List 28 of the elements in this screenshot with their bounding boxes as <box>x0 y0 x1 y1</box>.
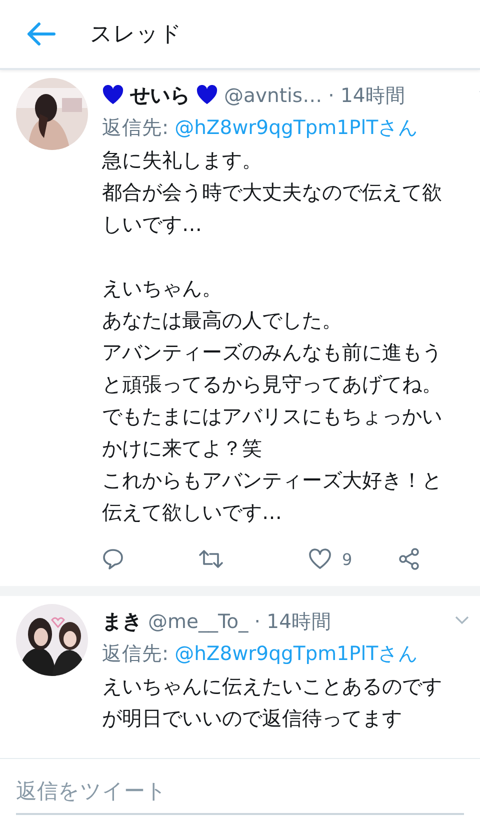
tweet-text: でもたまにはアバリスにもちょっかいかけに来てよ？笑 <box>102 403 443 462</box>
user-handle[interactable]: @avntis… <box>224 84 322 106</box>
reply-to-link[interactable]: @hZ8wr9qgTpm1PlTさん <box>174 112 418 144</box>
user-name[interactable]: まき <box>102 608 142 634</box>
tweet-text: えいちゃんに伝えたいことあるのですが明日でいいので返信待ってます <box>102 673 443 732</box>
tweet-text: これからもアバンティーズ大好き！と伝えて欲しいです… <box>102 467 443 526</box>
retweet-icon <box>198 548 224 570</box>
tweet-text: えいちゃん。 <box>102 275 223 302</box>
tweet-text: アバンティーズのみんなも前に進もうと頑張ってるから見守ってあげてね。 <box>102 339 443 398</box>
tweet-text: 都合が会う時で大丈夫なので伝えて欲しいです… <box>102 179 443 238</box>
tweet-text: あなたは最高の人でした。 <box>102 307 343 334</box>
back-arrow-icon <box>26 22 56 46</box>
page-title: スレッド <box>90 21 182 49</box>
like-button[interactable]: 9 <box>308 548 398 570</box>
reply-label: 返信先: <box>102 641 169 667</box>
user-name[interactable]: せいら <box>130 82 190 108</box>
heart-outline-icon <box>308 548 332 570</box>
tweet-card[interactable]: まき @me__To_ · 14時間 返信先: @hZ8wr9qgTpm1PlTさん えいちゃんに伝えたいことあるのですが明日でいいので返信待ってます <box>0 596 480 759</box>
tweet-time: · 14時間 <box>254 608 332 634</box>
tweet-time: · 14時間 <box>328 82 406 108</box>
tweet-text: 急に失礼します。 <box>102 147 263 174</box>
share-icon <box>398 548 420 570</box>
back-button[interactable] <box>26 22 56 46</box>
user-handle[interactable]: @me__To_ <box>148 610 248 632</box>
speech-bubble-icon <box>102 548 124 570</box>
reply-label: 返信先: <box>102 115 169 141</box>
tweet-card[interactable]: せいら @avntis… · 14時間 返信先: @hZ8wr9qgTpm1PlTさん 急に失礼します。 都合が会う時で大丈夫なので伝えて欲しいです… えいちゃん。 あなたは最高の人でした。 アバンティーズのみんなも前に進もうと頑張ってるから見守ってあげてね。 でもたまにはアバリスにもちょっかいかけに来てよ？笑 これからもアバンティーズ大好き！と伝えて欲しいです… 9 <box>0 70 480 596</box>
reply-to-link[interactable]: @hZ8wr9qgTpm1PlTさん <box>174 638 418 670</box>
